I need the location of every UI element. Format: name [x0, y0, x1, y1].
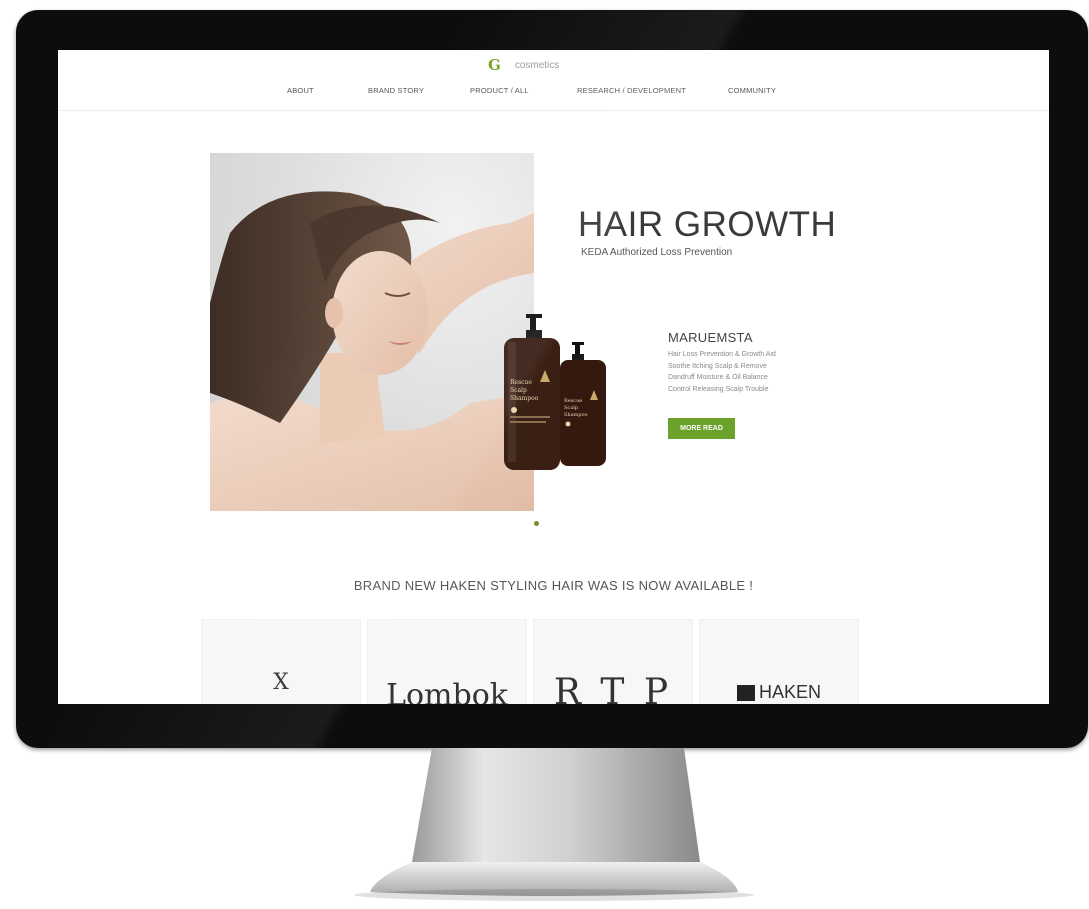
- brand-tile-x[interactable]: X: [201, 619, 361, 704]
- svg-text:Scalp: Scalp: [564, 405, 578, 411]
- model-illustration: [210, 191, 534, 511]
- site-logo[interactable]: G cosmetics: [488, 56, 559, 74]
- svg-text:Shampoo: Shampoo: [564, 412, 588, 418]
- product-feature: Dandruff Moisture & Oil Balance: [668, 374, 768, 381]
- product-feature: Soothe Itching Scalp & Remove: [668, 362, 767, 370]
- nav-item-community[interactable]: COMMUNITY: [728, 86, 776, 95]
- announcement-heading: BRAND NEW HAKEN STYLING HAIR WAS IS NOW …: [353, 578, 754, 593]
- browser-screen: G cosmetics ABOUT BRAND STORY PRODUCT / …: [58, 50, 1049, 704]
- nav-item-research-development[interactable]: RESEARCH / DEVELOPMENT: [577, 86, 686, 95]
- slider-dot[interactable]: [534, 521, 539, 526]
- brand-logo-lombok: Lombok: [386, 678, 508, 704]
- brand-tile-haken[interactable]: HAKEN: [699, 619, 859, 704]
- nav-item-about[interactable]: ABOUT: [287, 86, 314, 95]
- product-feature-list: Hair Loss Prevention & Growth Aid Soothe…: [668, 349, 776, 395]
- svg-text:Rescue: Rescue: [564, 398, 582, 404]
- svg-text:Rescue: Rescue: [510, 379, 532, 386]
- shampoo-bottles-image: Rescue Scalp Shampoo Rescue Scalp Shampo…: [504, 314, 606, 470]
- brand-logo-haken: HAKEN: [700, 682, 858, 703]
- site-header: G cosmetics ABOUT BRAND STORY PRODUCT / …: [58, 50, 1049, 111]
- brand-logo-x: X: [273, 670, 289, 695]
- haken-mark-icon: [736, 684, 755, 701]
- logo-mark-icon: G: [488, 56, 501, 74]
- nav-item-brand-story[interactable]: BRAND STORY: [368, 86, 424, 95]
- svg-text:Scalp: Scalp: [510, 387, 527, 394]
- monitor-stand: [354, 748, 754, 901]
- brand-logo-rtp: R T P: [553, 672, 673, 704]
- brand-tile-lombok[interactable]: Lombok: [367, 619, 527, 704]
- product-feature: Control Releasing Scalp Trouble: [668, 385, 769, 393]
- brand-logo-haken-text: HAKEN: [758, 682, 821, 702]
- hero-title: HAIR GROWTH: [578, 205, 837, 244]
- svg-text:Shampoo: Shampoo: [510, 395, 539, 402]
- brand-tile-rtp[interactable]: R T P: [533, 619, 693, 704]
- product-feature: Hair Loss Prevention & Growth Aid: [668, 351, 776, 358]
- product-name: MARUEMSTA: [668, 330, 753, 345]
- more-read-button[interactable]: MORE READ: [668, 418, 735, 439]
- hero-model-image: [210, 153, 534, 511]
- logo-text: cosmetics: [514, 59, 560, 71]
- hero-subtitle: KEDA Authorized Loss Prevention: [581, 247, 733, 258]
- nav-item-product-all[interactable]: PRODUCT / ALL: [470, 86, 529, 95]
